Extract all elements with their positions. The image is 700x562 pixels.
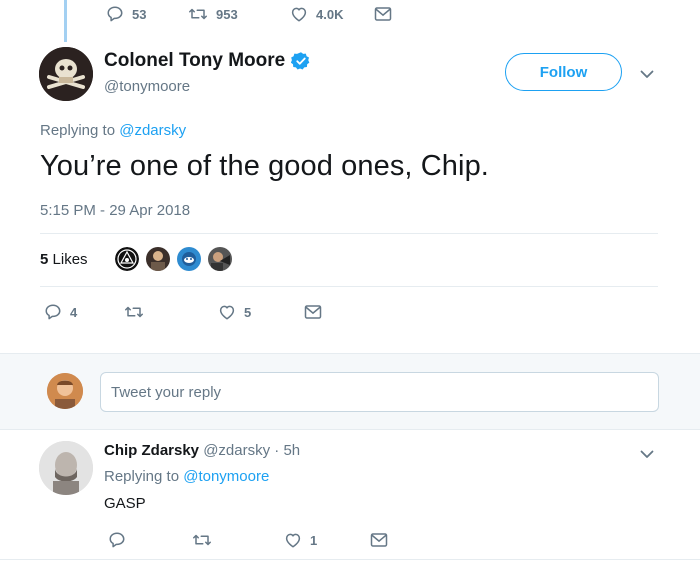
tweet-timestamp[interactable]: 5:15 PM - 29 Apr 2018 [40,202,190,219]
avatar[interactable] [39,441,93,495]
like-count: 5 [244,304,252,320]
avatar[interactable] [39,47,93,101]
reply-composer [0,353,700,430]
current-user-avatar [47,373,83,409]
divider [40,286,658,287]
author-handle[interactable]: @zdarsky [203,442,270,459]
reply-tweet[interactable]: Chip Zdarsky @zdarsky · 5h Replying to @… [0,430,700,560]
replying-to-prefix: Replying to [104,468,184,485]
reply-button[interactable]: 4 [44,302,124,322]
tweet-text: You’re one of the good ones, Chip. [40,150,489,182]
liker-avatar[interactable] [113,245,141,273]
retweet-icon [193,534,211,546]
tweet-menu-button[interactable] [640,66,654,84]
tweet-actions: 1 [108,530,388,550]
like-icon [285,533,301,548]
like-button[interactable]: 1 [284,530,370,550]
previous-tweet-actions: 53 953 4.0K [106,4,392,24]
reply-time[interactable]: · 5h [274,442,300,459]
like-button[interactable]: 5 [218,302,304,322]
dm-icon [370,533,388,547]
retweet-button[interactable] [192,530,284,550]
liker-avatar[interactable] [175,245,203,273]
reply-count: 53 [132,6,147,22]
retweet-icon [189,8,207,20]
replying-to-prefix: Replying to [40,122,120,139]
replying-to-link[interactable]: @zdarsky [119,122,186,139]
retweet-count: 953 [216,6,238,22]
likes-summary[interactable]: 5 Likes [40,251,88,268]
like-count: 4.0K [316,6,344,22]
chevron-down-icon [640,450,654,458]
dm-button[interactable] [374,4,392,24]
tweet-actions: 4 5 [44,302,322,322]
dm-button[interactable] [304,302,322,322]
reply-count: 4 [70,304,78,320]
retweet-icon [125,306,143,318]
reply-icon [109,532,125,548]
author-name[interactable]: Chip Zdarsky [104,442,199,459]
dm-icon [304,305,322,319]
replying-to-link[interactable]: @tonymoore [183,468,269,485]
liker-avatar[interactable] [206,245,234,273]
divider [0,559,700,560]
author-handle[interactable]: @tonymoore [104,78,190,95]
chevron-down-icon [640,70,654,78]
tweet-menu-button[interactable] [640,446,654,464]
author-name[interactable]: Colonel Tony Moore [104,50,311,72]
dm-button[interactable] [370,530,388,550]
author-name-text: Colonel Tony Moore [104,50,286,71]
reply-button[interactable]: 53 [106,4,188,24]
verified-icon [291,52,310,70]
reply-header: Chip Zdarsky @zdarsky · 5h [104,442,300,459]
likes-count: 5 [40,251,49,268]
reply-button[interactable] [108,530,192,550]
like-count: 1 [310,532,318,548]
divider [40,233,658,234]
retweet-button[interactable]: 953 [188,4,290,24]
reply-icon [107,6,123,22]
dm-icon [374,7,392,21]
replying-to: Replying to @zdarsky [40,122,186,139]
reply-input[interactable] [100,372,659,412]
liker-avatar[interactable] [144,245,172,273]
like-button[interactable]: 4.0K [290,4,374,24]
reply-icon [45,304,61,320]
like-icon [291,7,307,22]
likes-word: Likes [52,251,88,268]
retweet-button[interactable] [124,302,218,322]
like-icon [219,305,235,320]
replying-to: Replying to @tonymoore [104,468,269,485]
tweet-text: GASP [104,495,146,512]
follow-button[interactable]: Follow [505,53,622,91]
thread-line [64,0,67,42]
